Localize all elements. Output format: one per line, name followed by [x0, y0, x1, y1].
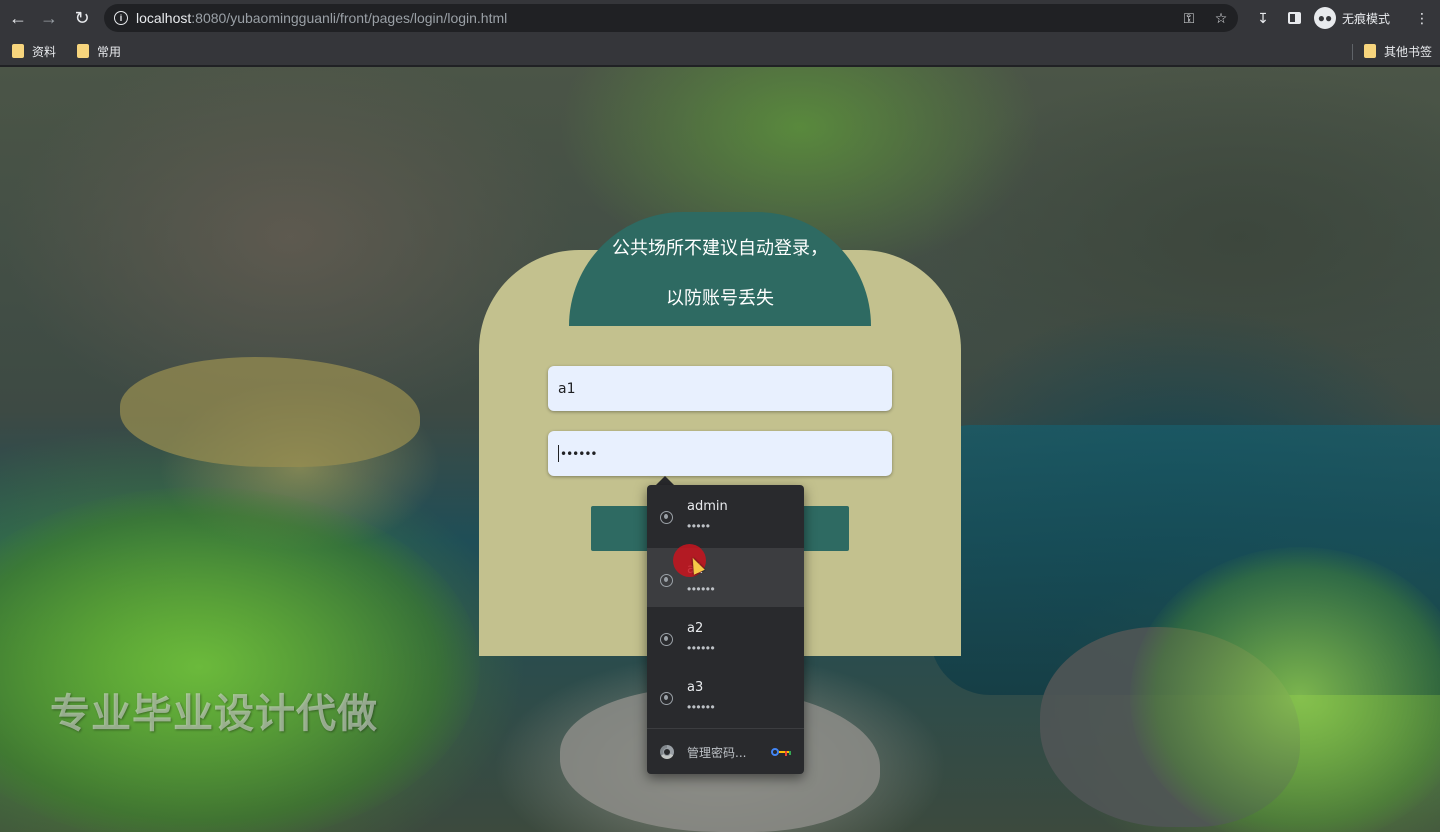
globe-icon: [660, 633, 673, 646]
bookmark-label: 常用: [97, 44, 122, 59]
site-info-icon[interactable]: i: [114, 11, 128, 25]
password-input[interactable]: ••••••: [548, 431, 892, 476]
globe-icon: [660, 692, 673, 705]
watermark-text: 专业毕业设计代做: [50, 691, 378, 737]
incognito-icon: ●●: [1314, 7, 1336, 29]
password-manager-key-icon: [771, 748, 791, 756]
folder-icon: [77, 44, 89, 58]
bookmark-folder-changyong[interactable]: 常用: [77, 42, 121, 60]
url-text: localhost:8080/yubaomingguanli/front/pag…: [136, 10, 508, 26]
autofill-password: ••••••: [687, 641, 716, 655]
download-icon[interactable]: ↧: [1253, 8, 1273, 28]
globe-icon: [660, 574, 673, 587]
chrome-icon: [660, 745, 674, 759]
incognito-label: 无痕模式: [1342, 11, 1391, 26]
manage-passwords-item[interactable]: 管理密码...: [647, 729, 804, 774]
background-rock: [120, 357, 420, 467]
username-value: a1: [558, 380, 576, 397]
bookmark-folder-ziliao[interactable]: 资料: [12, 42, 56, 60]
background-fern: [0, 487, 480, 832]
star-icon[interactable]: ☆: [1212, 9, 1230, 27]
manage-passwords-label: 管理密码...: [687, 746, 747, 760]
login-warning-text: 公共场所不建议自动登录，以防账号丢失: [612, 238, 828, 309]
password-autofill-dropdown: admin ••••• a1 •••••• a2 •••••• a3 •••••…: [647, 485, 804, 774]
autofill-entry[interactable]: a1 ••••••: [647, 548, 804, 607]
username-input[interactable]: a1: [548, 366, 892, 411]
bookmarks-divider: [1352, 44, 1353, 60]
autofill-username: admin: [687, 499, 728, 514]
address-bar[interactable]: i localhost:8080/yubaomingguanli/front/p…: [104, 4, 1238, 32]
autofill-username: a2: [687, 621, 704, 636]
side-panel-icon[interactable]: [1284, 8, 1304, 28]
browser-toolbar: ← → ↻ i localhost:8080/yubaomingguanli/f…: [0, 0, 1440, 36]
login-card-header: 公共场所不建议自动登录，以防账号丢失: [569, 212, 871, 326]
forward-icon[interactable]: →: [37, 6, 61, 30]
folder-icon: [12, 44, 24, 58]
autofill-username: a3: [687, 680, 704, 695]
bookmarks-bar: 资料 常用 其他书签: [0, 36, 1440, 66]
folder-icon: [1364, 44, 1376, 58]
reload-icon[interactable]: ↻: [70, 6, 94, 30]
bookmark-label: 资料: [32, 44, 57, 59]
autofill-entry[interactable]: a2 ••••••: [647, 607, 804, 666]
autofill-pointer: [656, 476, 674, 485]
autofill-password: •••••: [687, 519, 711, 533]
globe-icon: [660, 511, 673, 524]
autofill-entry[interactable]: a3 ••••••: [647, 666, 804, 725]
other-bookmarks[interactable]: 其他书签: [1364, 42, 1432, 60]
key-icon[interactable]: ⚿: [1180, 9, 1198, 27]
password-value: ••••••: [560, 446, 597, 461]
autofill-password: ••••••: [687, 582, 716, 596]
menu-kebab-icon[interactable]: ⋮: [1412, 8, 1432, 28]
bookmark-label: 其他书签: [1384, 44, 1433, 59]
autofill-entry[interactable]: admin •••••: [647, 485, 804, 544]
back-icon[interactable]: ←: [6, 6, 30, 30]
text-caret: [558, 445, 559, 462]
autofill-password: ••••••: [687, 700, 716, 714]
incognito-indicator[interactable]: ●● 无痕模式: [1314, 6, 1390, 30]
